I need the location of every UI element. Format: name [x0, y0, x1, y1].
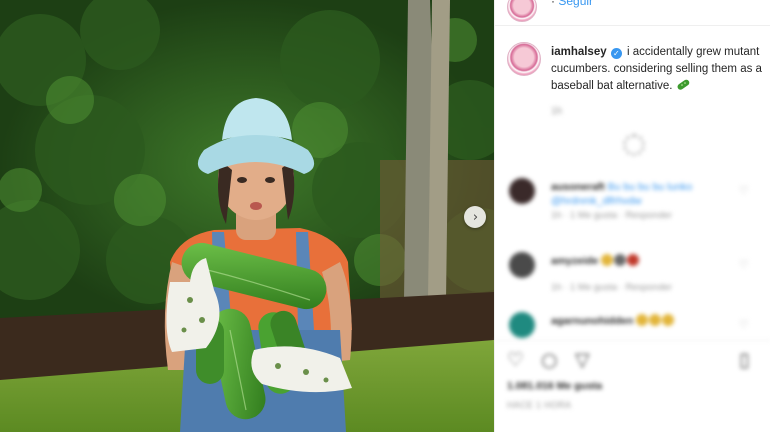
comment-mention[interactable]: @hrdnmk_dlfrhvdw	[551, 195, 642, 207]
caption-avatar[interactable]	[507, 42, 541, 76]
comment-avatar[interactable]	[509, 178, 535, 204]
paper-plane-icon[interactable]: ▽	[575, 351, 590, 370]
verified-badge-icon: ✓	[610, 48, 622, 59]
comment-avatar[interactable]	[509, 312, 535, 338]
post-header: · Seguir	[495, 0, 770, 26]
header-partial-text: · Seguir	[551, 0, 593, 8]
caption-time: 1h	[551, 106, 563, 117]
caption-text: iamhalsey ✓ i accidentally grew mutant c…	[551, 44, 763, 95]
emoji-icon	[614, 254, 627, 266]
comment-item: ausoneraft Bu bu bu bu lunko @hrdnmk_dlf…	[507, 178, 763, 238]
likes-count[interactable]: 1.081.016 Me gusta	[507, 380, 602, 392]
next-photo-button[interactable]: ›	[464, 206, 486, 228]
emoji-icon	[662, 314, 675, 326]
comment-text: amyzeide	[551, 254, 731, 268]
comment-avatar[interactable]	[509, 252, 535, 278]
bookmark-icon[interactable]: ▯	[739, 351, 749, 370]
post-photo: ›	[0, 0, 494, 432]
comment-bubble-icon[interactable]: ○	[541, 351, 558, 370]
comment-text: agarnunohidden	[551, 314, 731, 328]
comment-meta: 1h · 1 Me gusta · Responder	[551, 210, 672, 221]
comment-text: ausoneraft Bu bu bu bu lunko @hrdnmk_dlf…	[551, 180, 731, 208]
header-avatar[interactable]	[507, 0, 537, 22]
emoji-icon	[627, 254, 640, 266]
photo-illustration	[0, 0, 494, 432]
heart-icon[interactable]: ♡	[739, 318, 749, 331]
chevron-right-icon: ›	[472, 209, 479, 225]
cucumber-emoji-icon	[677, 79, 689, 90]
comment-username[interactable]: agarnunohidden	[551, 315, 633, 327]
heart-icon[interactable]: ♡	[507, 351, 524, 370]
caption-username[interactable]: iamhalsey	[551, 46, 607, 58]
emoji-icon	[636, 314, 649, 326]
comment-username[interactable]: ausoneraft	[551, 181, 605, 193]
post-timestamp: HACE 1 HORA	[507, 400, 572, 410]
comment-username[interactable]: amyzeide	[551, 255, 598, 267]
post-side-panel: · Seguir iamhalsey ✓ i accidentally grew…	[494, 0, 770, 432]
comment-meta: 1h · 1 Me gusta · Responder	[551, 282, 672, 293]
comment-body: Bu bu bu bu lunko	[607, 181, 693, 193]
heart-icon[interactable]: ♡	[739, 258, 749, 271]
loading-spinner-icon	[623, 134, 645, 156]
emoji-icon	[649, 314, 662, 326]
follow-link[interactable]: Seguir	[558, 0, 593, 8]
post-actions: ♡ ○ ▽ ▯	[495, 340, 770, 380]
comments-section: 1h ausoneraft Bu bu bu bu lunko @hrdnmk_…	[495, 96, 770, 432]
heart-icon[interactable]: ♡	[739, 184, 749, 197]
emoji-icon	[601, 254, 614, 266]
comment-item: amyzeide 1h · 1 Me gusta · Responder ♡	[507, 252, 763, 312]
